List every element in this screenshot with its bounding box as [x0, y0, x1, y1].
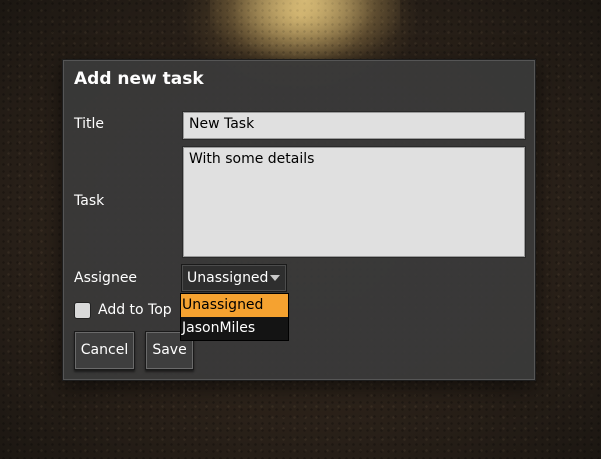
assignee-dropdown[interactable]: Unassigned [181, 264, 287, 292]
background-light [210, 0, 400, 60]
cancel-button[interactable]: Cancel [74, 331, 135, 370]
assignee-label: Assignee [74, 270, 138, 286]
assignee-selected-value: Unassigned [187, 270, 269, 286]
caret-down-icon [270, 275, 280, 281]
task-textarea[interactable]: With some details [183, 147, 525, 257]
title-input[interactable]: New Task [183, 112, 525, 139]
add-to-top-checkbox[interactable] [75, 303, 90, 318]
dialog-title: Add new task [74, 69, 204, 89]
add-task-dialog: Add new task Title New Task Task With so… [62, 59, 536, 381]
assignee-option-unassigned[interactable]: Unassigned [181, 294, 288, 317]
add-to-top-label: Add to Top [98, 302, 172, 318]
assignee-option-jasonmiles[interactable]: JasonMiles [181, 317, 288, 340]
assignee-dropdown-list: Unassigned JasonMiles [180, 293, 289, 341]
task-label: Task [74, 193, 105, 209]
title-label: Title [74, 116, 105, 132]
